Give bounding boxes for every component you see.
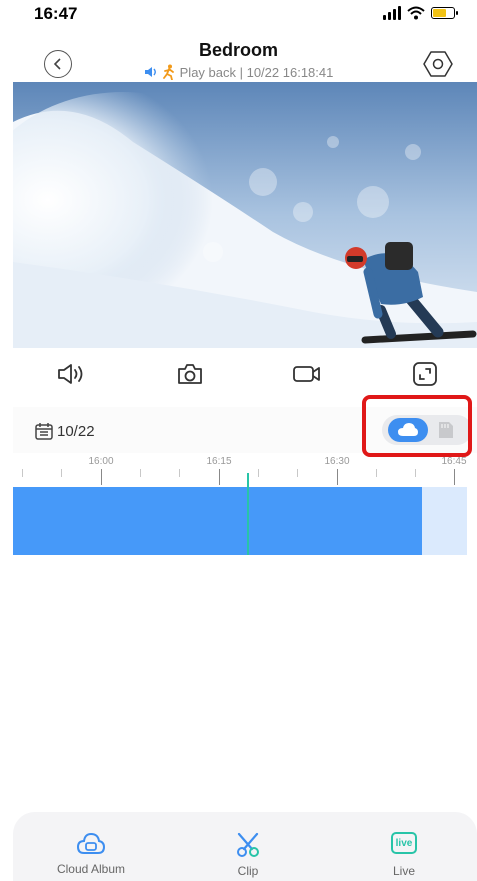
page-title: Bedroom [198, 40, 278, 60]
tick [22, 469, 23, 477]
battery-icon [431, 7, 458, 19]
nav-live[interactable]: live Live [354, 832, 454, 878]
camera-icon [178, 364, 202, 384]
settings-hexagon-icon [423, 51, 453, 77]
tick-major [101, 469, 102, 485]
volume-button[interactable] [56, 360, 88, 388]
playhead-cursor[interactable] [247, 473, 249, 555]
status-icons [383, 6, 458, 20]
nav-label-cloud-album: Cloud Album [56, 862, 126, 876]
tick-major [219, 469, 220, 485]
no-recording-segment[interactable] [422, 487, 467, 555]
fullscreen-icon [413, 362, 437, 386]
tick-major [454, 469, 455, 485]
live-icon: live [391, 832, 417, 854]
settings-button[interactable] [421, 48, 455, 80]
header: Bedroom Play back | 10/22 16:18:41 [0, 34, 477, 84]
bottom-nav: Cloud Album Clip live Live [13, 812, 477, 881]
cellular-signal-icon [383, 6, 401, 20]
cloud-album-icon [76, 832, 106, 854]
live-badge-text: live [395, 837, 413, 849]
person-motion-icon [162, 64, 174, 80]
tick [61, 469, 62, 477]
nav-label-clip: Clip [237, 864, 259, 878]
timeline[interactable]: 16:00 16:15 16:30 16:45 [13, 453, 477, 557]
speaker-icon [144, 67, 156, 77]
status-bar: 16:47 [0, 0, 477, 30]
calendar-icon [35, 423, 53, 440]
date-text: 10/22 [57, 422, 95, 440]
tick [376, 469, 377, 477]
tick [179, 469, 180, 477]
wifi-icon [407, 6, 425, 20]
tick-label-1600: 16:00 [88, 456, 114, 467]
tick-label-1630: 16:30 [324, 456, 350, 467]
date-picker[interactable]: 10/22 [34, 421, 95, 441]
snapshot-button[interactable] [174, 360, 206, 388]
record-button[interactable] [291, 360, 323, 388]
highlight-annotation [362, 395, 472, 457]
tick [297, 469, 298, 477]
tick-label-1645: 16:45 [441, 456, 467, 467]
video-player[interactable] [13, 82, 477, 348]
scissors-icon [237, 832, 259, 857]
tick-major [337, 469, 338, 485]
playback-subtitle: Play back | 10/22 16:18:41 [0, 64, 477, 80]
tick [258, 469, 259, 477]
snowboarder-video-frame [13, 82, 477, 348]
playback-toolbar [0, 352, 477, 396]
playback-text: Play back | 10/22 16:18:41 [179, 64, 334, 80]
tick [415, 469, 416, 477]
tick [140, 469, 141, 477]
nav-clip[interactable]: Clip [198, 832, 298, 878]
tick-label-1615: 16:15 [206, 456, 232, 467]
nav-cloud-album[interactable]: Cloud Album [41, 832, 141, 876]
status-time: 16:47 [34, 4, 78, 23]
volume-icon [58, 364, 83, 384]
record-icon [293, 366, 320, 382]
fullscreen-button[interactable] [409, 360, 441, 388]
recording-segment[interactable] [13, 487, 422, 555]
nav-label-live: Live [392, 864, 415, 878]
